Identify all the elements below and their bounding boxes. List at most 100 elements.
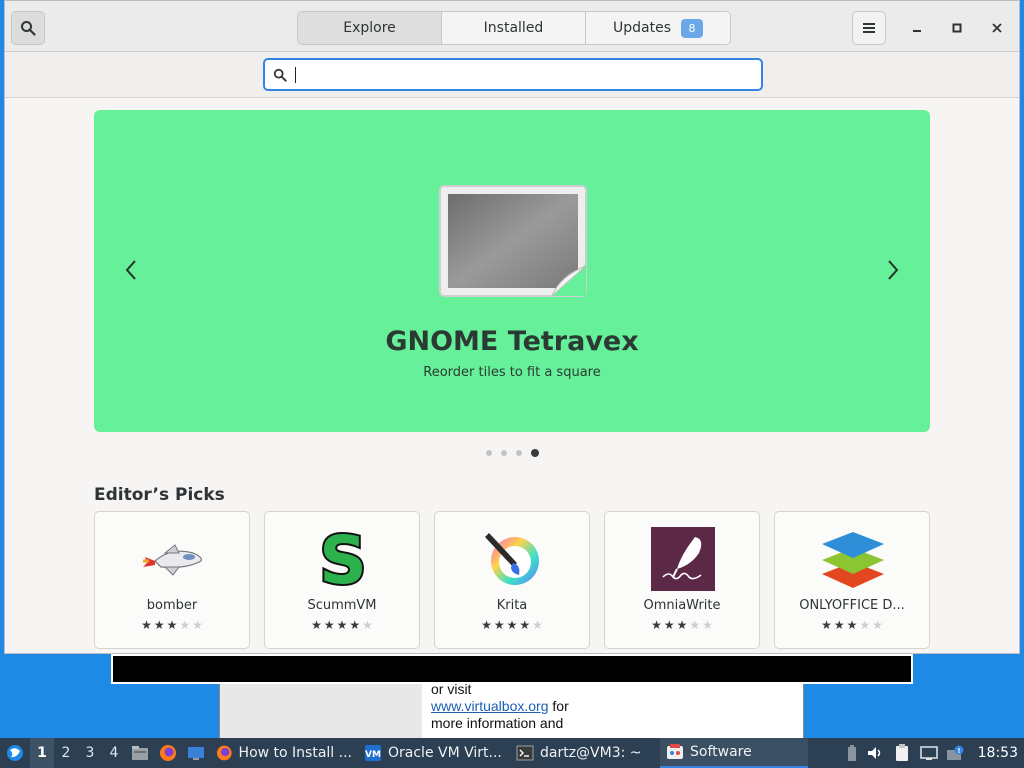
star-icon: ★ <box>846 618 858 632</box>
editors-picks-list: bomber ★ ★ ★ ★ ★ S ScummVM ★ ★ ★ ★ ★ Kri… <box>94 511 930 649</box>
chevron-right-icon <box>888 260 899 280</box>
tab-updates[interactable]: Updates 8 <box>586 12 730 44</box>
app-card-bomber[interactable]: bomber ★ ★ ★ ★ ★ <box>94 511 250 649</box>
star-icon: ★ <box>519 618 531 632</box>
task-software[interactable]: Software <box>660 738 808 768</box>
svg-text:!: ! <box>957 747 960 755</box>
tab-label: Installed <box>483 20 544 36</box>
banner-title: GNOME Tetravex <box>385 326 639 357</box>
app-card-krita[interactable]: Krita ★ ★ ★ ★ ★ <box>434 511 590 649</box>
bg-text-line: or visit <box>431 681 472 697</box>
show-desktop-button[interactable] <box>182 738 210 768</box>
tetravex-app-icon <box>439 185 587 297</box>
bomber-icon <box>140 526 206 592</box>
star-icon: ★ <box>651 618 662 632</box>
star-icon: ★ <box>362 618 373 632</box>
file-manager-launcher[interactable] <box>126 738 154 768</box>
banner-next-button[interactable] <box>883 256 903 284</box>
text-caret <box>295 66 296 83</box>
network-icon[interactable] <box>919 745 938 761</box>
star-icon: ★ <box>166 618 178 632</box>
workspace-2[interactable]: 2 <box>54 745 78 761</box>
banner-subtitle: Reorder tiles to fit a square <box>423 365 601 380</box>
app-name: Krita <box>496 598 528 613</box>
rating-stars: ★ ★ ★ ★ ★ <box>265 619 419 631</box>
search-input[interactable] <box>263 58 763 91</box>
search-bar <box>5 52 1019 98</box>
battery-icon[interactable] <box>846 744 858 762</box>
clipboard-icon[interactable] <box>892 743 912 763</box>
workspace-1[interactable]: 1 <box>30 738 54 768</box>
updates-count-badge: 8 <box>681 18 703 38</box>
workspace-3[interactable]: 3 <box>78 745 102 761</box>
app-name: ScummVM <box>307 598 377 613</box>
chevron-left-icon <box>125 260 136 280</box>
main-menu-button[interactable] <box>852 11 886 45</box>
star-icon: ★ <box>702 618 713 632</box>
task-virtualbox[interactable]: VM Oracle VM Virt... <box>358 738 510 768</box>
star-icon: ★ <box>506 618 518 632</box>
star-icon: ★ <box>493 618 505 632</box>
firefox-launcher[interactable] <box>154 738 182 768</box>
star-icon: ★ <box>349 618 361 632</box>
star-icon: ★ <box>676 618 688 632</box>
lxqt-logo-icon <box>7 745 23 761</box>
maximize-button[interactable] <box>945 17 969 39</box>
background-window-titlebar <box>111 654 913 684</box>
banner-previous-button[interactable] <box>121 256 141 284</box>
star-icon: ★ <box>323 618 335 632</box>
workspace-4[interactable]: 4 <box>102 745 126 761</box>
star-icon: ★ <box>481 618 492 632</box>
terminal-icon <box>516 745 534 761</box>
start-menu-button[interactable] <box>0 738 30 768</box>
system-tray: ! 18:53 <box>846 738 1024 768</box>
star-icon: ★ <box>689 618 701 632</box>
star-icon: ★ <box>821 618 832 632</box>
headerbar: Explore Installed Updates 8 <box>5 1 1019 52</box>
firefox-icon <box>160 745 176 761</box>
star-icon: ★ <box>859 618 871 632</box>
minimize-button[interactable] <box>905 17 929 39</box>
app-name: ONLYOFFICE D... <box>799 598 905 613</box>
app-name: bomber <box>146 598 198 613</box>
app-card-omniawrite[interactable]: OmniaWrite ★ ★ ★ ★ ★ <box>604 511 760 649</box>
search-toggle-button[interactable] <box>11 11 45 45</box>
tab-explore[interactable]: Explore <box>298 12 442 44</box>
volume-icon[interactable] <box>866 745 884 761</box>
file-manager-icon <box>132 746 148 760</box>
app-card-onlyoffice[interactable]: ONLYOFFICE D... ★ ★ ★ ★ ★ <box>774 511 930 649</box>
rating-stars: ★ ★ ★ ★ ★ <box>605 619 759 631</box>
clock[interactable]: 18:53 <box>978 745 1018 761</box>
virtualbox-link[interactable]: www.virtualbox.org <box>431 698 549 714</box>
rating-stars: ★ ★ ★ ★ ★ <box>95 619 249 631</box>
task-label: Oracle VM Virt... <box>388 745 502 761</box>
close-button[interactable] <box>985 17 1009 39</box>
tab-installed[interactable]: Installed <box>442 12 586 44</box>
maximize-icon <box>952 23 962 33</box>
app-card-scummvm[interactable]: S ScummVM ★ ★ ★ ★ ★ <box>264 511 420 649</box>
rating-stars: ★ ★ ★ ★ ★ <box>435 619 589 631</box>
update-notification-icon[interactable]: ! <box>946 745 964 761</box>
carousel-dot[interactable] <box>501 450 507 456</box>
gnome-software-window: Explore Installed Updates 8 GNOME Tetrav… <box>4 0 1020 654</box>
desktop-icon <box>188 747 204 760</box>
virtualbox-icon: VM <box>365 745 381 761</box>
taskbar: 1 2 3 4 How to Install ... VM Oracle VM … <box>0 738 1024 768</box>
firefox-icon <box>216 745 232 761</box>
featured-banner[interactable]: GNOME Tetravex Reorder tiles to fit a sq… <box>94 110 930 432</box>
task-terminal[interactable]: dartz@VM3: ~ <box>510 738 660 768</box>
software-icon <box>667 744 683 759</box>
search-icon <box>273 68 287 82</box>
svg-text:VM: VM <box>365 750 381 760</box>
star-icon: ★ <box>192 618 203 632</box>
tab-label: Explore <box>343 20 396 36</box>
carousel-dot-active[interactable] <box>531 449 539 457</box>
star-icon: ★ <box>311 618 322 632</box>
task-firefox[interactable]: How to Install ... <box>210 738 358 768</box>
star-icon: ★ <box>179 618 191 632</box>
carousel-dot[interactable] <box>516 450 522 456</box>
carousel-dot[interactable] <box>486 450 492 456</box>
task-label: How to Install ... <box>238 745 352 761</box>
carousel-indicator <box>486 449 539 457</box>
rating-stars: ★ ★ ★ ★ ★ <box>775 619 929 631</box>
